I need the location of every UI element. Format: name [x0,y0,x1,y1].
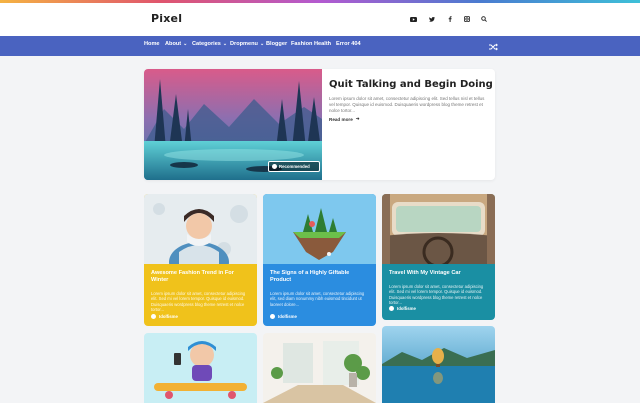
user-icon [270,314,275,319]
nav-item-error-404[interactable]: Error 404 [336,41,361,47]
facebook-icon[interactable] [443,12,457,26]
post-image-floating-island[interactable] [263,194,376,264]
post-card[interactable]: Travel With My Vintage Car Lorem ipsum d… [382,194,495,320]
chevron-down-icon: ⌄ [259,41,265,47]
youtube-icon[interactable] [406,12,420,26]
post-title[interactable]: The Signs of a Highly Giftable Product [270,270,370,284]
post-image-vintage-car[interactable] [382,194,495,268]
twitter-icon[interactable] [425,12,439,26]
recommended-badge: Recommended [268,161,320,172]
post-author[interactable]: Idolfisme [270,314,297,319]
nav-item-about[interactable]: About ⌄ [165,41,187,47]
shuffle-icon[interactable] [487,40,499,52]
post-image-lake-balloon[interactable] [382,326,495,403]
site-logo[interactable]: Pixel [151,12,182,25]
nav-item-health[interactable]: Health [314,41,331,47]
instagram-icon[interactable] [460,12,474,26]
nav-item-dropmenu[interactable]: Dropmenu ⌄ [230,41,264,47]
featured-image[interactable]: Recommended [144,69,322,180]
post-card[interactable]: The Signs of a Highly Giftable Product L… [263,194,376,326]
user-icon [151,314,156,319]
post-image-skater[interactable] [144,333,257,403]
post-card[interactable]: Awesome Fashion Trend in For Winter Lore… [144,194,257,326]
arrow-right-icon: ➜ [355,116,360,121]
chevron-down-icon: ⌄ [222,41,228,47]
nav-item-blogger[interactable]: Blogger [266,41,287,47]
nav-item-categories[interactable]: Categories ⌄ [192,41,227,47]
featured-excerpt: Lorem ipsum dolor sit amet, consectetur … [329,96,485,113]
post-image-interior[interactable] [263,333,376,403]
badge-icon [272,164,277,169]
post-title[interactable]: Awesome Fashion Trend in For Winter [151,270,251,284]
post-author[interactable]: Idolfisme [389,306,416,311]
post-excerpt: Lorem ipsum dolor sit amet, consectetur … [151,291,246,313]
user-icon [389,306,394,311]
featured-title[interactable]: Quit Talking and Begin Doing [329,79,493,90]
featured-post[interactable]: Recommended Quit Talking and Begin Doing… [144,69,495,180]
post-title[interactable]: Travel With My Vintage Car [389,270,489,277]
nav-item-fashion[interactable]: Fashion [291,41,312,47]
nav-item-home[interactable]: Home [144,41,160,47]
search-icon[interactable] [477,12,491,26]
post-author[interactable]: Idolfisme [151,314,178,319]
site-header: Pixel [0,3,640,36]
main-navigation: Home About ⌄ Categories ⌄ Dropmenu ⌄ Blogge… [0,36,640,56]
post-excerpt: Lorem ipsum dolor sit amet, consectetur … [389,284,484,306]
post-excerpt: Lorem ipsum dolor sit amet, consectetur … [270,291,365,307]
chevron-down-icon: ⌄ [183,41,188,47]
read-more-link[interactable]: Read more ➜ [329,116,360,122]
post-image-winter[interactable] [144,194,257,282]
